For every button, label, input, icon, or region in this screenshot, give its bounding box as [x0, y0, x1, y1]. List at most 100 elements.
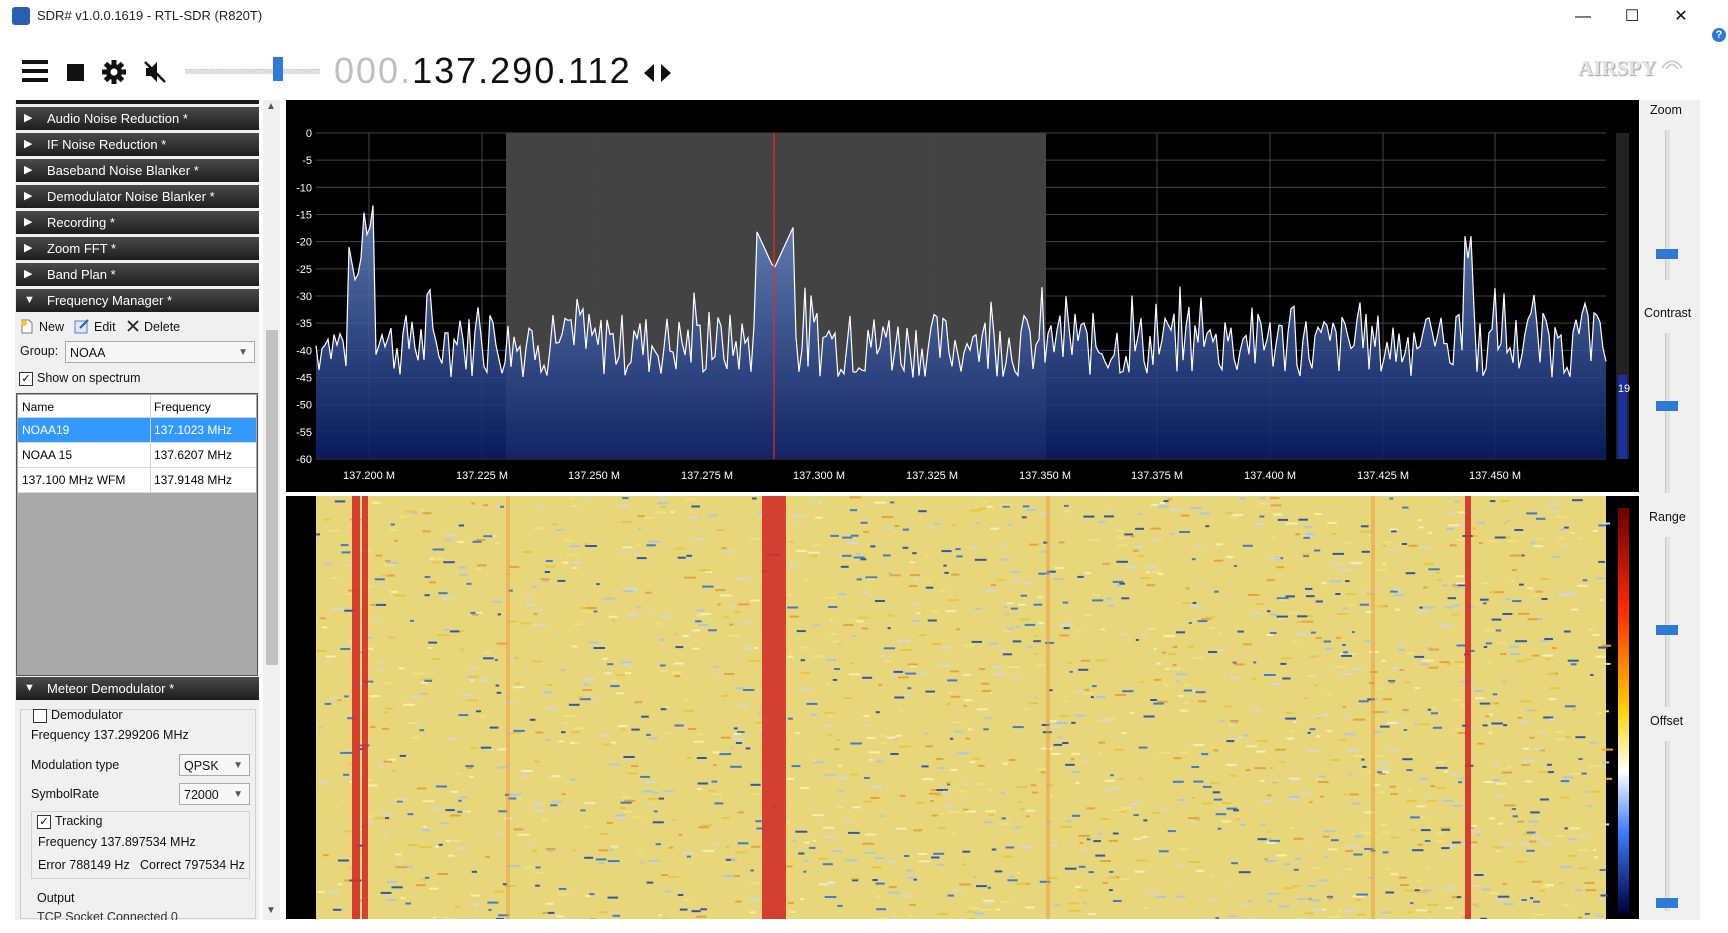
gear-icon[interactable]	[101, 59, 127, 85]
modulation-type-select[interactable]: QPSK ▼	[179, 754, 250, 776]
y-tick-label: -55	[296, 427, 312, 439]
waterfall-display[interactable]	[286, 496, 1639, 919]
y-tick-label: -10	[296, 182, 312, 194]
sidebar-category-label: Baseband Noise Blanker *	[47, 163, 199, 178]
caret-right-icon: ▶	[24, 268, 33, 280]
x-tick-label: 137.425 M	[1357, 470, 1409, 482]
range-label: Range	[1649, 510, 1686, 524]
y-tick-label: -40	[296, 345, 312, 357]
sidebar-category[interactable]: ▶ Zoom FFT *	[16, 237, 259, 260]
offset-slider-thumb[interactable]	[1656, 897, 1678, 908]
signal-band	[352, 496, 360, 919]
tracking-error: Error 788149 Hz	[38, 858, 130, 872]
y-tick-label: -20	[296, 237, 312, 249]
y-tick-label: -60	[296, 454, 312, 466]
column-header-name[interactable]: Name	[22, 400, 54, 414]
show-on-spectrum-label: Show on spectrum	[37, 371, 141, 385]
meteor-demodulator-label: Meteor Demodulator *	[47, 681, 175, 696]
sidebar-category[interactable]: ▶ Audio Noise Reduction *	[16, 107, 259, 130]
contrast-slider-thumb[interactable]	[1656, 400, 1678, 411]
group-value: NOAA	[70, 346, 106, 360]
stop-icon[interactable]	[66, 63, 86, 83]
faint-band	[506, 496, 510, 919]
volume-slider-thumb[interactable]	[272, 57, 283, 81]
tracking-checkbox[interactable]: ✓	[37, 815, 51, 829]
zoom-label: Zoom	[1650, 103, 1682, 117]
toolbar	[0, 33, 1700, 98]
range-slider-thumb[interactable]	[1656, 625, 1678, 635]
symbolrate-select[interactable]: 72000 ▼	[179, 783, 250, 805]
y-tick-label: -25	[296, 264, 312, 276]
tune-arrows-icon[interactable]	[644, 63, 672, 83]
y-tick-label: -30	[296, 291, 312, 303]
x-tick-label: 137.325 M	[906, 470, 958, 482]
signal-band	[1465, 496, 1471, 919]
offset-label: Offset	[1650, 714, 1684, 728]
caret-right-icon: ▶	[24, 242, 33, 254]
demodulator-label: Demodulator	[51, 708, 123, 722]
caret-down-icon: ▼	[24, 682, 35, 694]
maximize-button[interactable]: ☐	[1608, 0, 1656, 33]
y-tick-label: -5	[302, 155, 312, 167]
help-icon[interactable]: ?	[1712, 28, 1726, 42]
offset-slider[interactable]	[1665, 741, 1670, 911]
column-header-frequency[interactable]: Frequency	[154, 400, 211, 414]
contrast-slider[interactable]	[1665, 333, 1670, 493]
range-slider[interactable]	[1665, 537, 1670, 707]
scroll-up-icon[interactable]: ▲	[266, 101, 276, 112]
volume-slider[interactable]	[185, 69, 320, 74]
delete-button[interactable]: Delete	[144, 320, 180, 334]
sidebar-category[interactable]: ▶ Demodulator Noise Blanker *	[16, 185, 259, 208]
edit-icon[interactable]	[74, 318, 90, 334]
sidebar-scrollbar-thumb[interactable]	[266, 330, 278, 665]
sidebar-category-cut	[16, 100, 259, 104]
edit-button[interactable]: Edit	[94, 320, 116, 334]
x-tick-label: 137.450 M	[1469, 470, 1521, 482]
frequency-display[interactable]: 000.137.290.112	[334, 50, 632, 92]
mute-speaker-icon[interactable]	[142, 59, 168, 85]
snr-value: 19	[1618, 383, 1630, 395]
group-select[interactable]: NOAA ▼	[65, 341, 255, 363]
new-icon[interactable]	[19, 319, 34, 334]
x-tick-label: 137.350 M	[1019, 470, 1071, 482]
sidebar-category[interactable]: ▶ IF Noise Reduction *	[16, 133, 259, 156]
y-tick-label: -35	[296, 318, 312, 330]
wifi-wave-icon	[1661, 60, 1683, 70]
x-tick-label: 137.375 M	[1131, 470, 1183, 482]
row-name: 137.100 MHz WFM	[22, 473, 126, 487]
delete-icon[interactable]	[126, 319, 140, 333]
minimize-button[interactable]: —	[1559, 0, 1607, 33]
scroll-down-icon[interactable]: ▼	[266, 905, 276, 916]
tracking-label: Tracking	[55, 814, 103, 828]
sidebar-category[interactable]: ▶ Recording *	[16, 211, 259, 234]
symbolrate-value: 72000	[184, 788, 219, 802]
table-row[interactable]: NOAA19 137.1023 MHz	[18, 418, 256, 443]
sidebar-category[interactable]: ▼ Frequency Manager *	[16, 289, 259, 312]
row-name: NOAA19	[22, 423, 70, 437]
tracking-correct: Correct 797534 Hz	[140, 858, 245, 872]
brand-logo: AIRSPY	[1578, 56, 1657, 80]
zoom-slider-thumb[interactable]	[1656, 249, 1678, 259]
display-controls-panel: Zoom Contrast Range Offset	[1640, 100, 1700, 920]
row-name: NOAA 15	[22, 448, 73, 462]
row-frequency: 137.6207 MHz	[154, 448, 233, 462]
table-row[interactable]: NOAA 15 137.6207 MHz	[18, 443, 256, 468]
x-tick-label: 137.275 M	[681, 470, 733, 482]
table-row[interactable]: 137.100 MHz WFM 137.9148 MHz	[18, 468, 256, 493]
sidebar-category[interactable]: ▶ Baseband Noise Blanker *	[16, 159, 259, 182]
group-label: Group:	[20, 344, 59, 358]
y-tick-label: -50	[296, 400, 312, 412]
meteor-demodulator-header[interactable]: ▼ Meteor Demodulator *	[16, 677, 259, 700]
menu-icon[interactable]	[22, 60, 50, 84]
row-frequency: 137.9148 MHz	[154, 473, 233, 487]
new-button[interactable]: New	[39, 320, 64, 334]
sidebar-category-label: Demodulator Noise Blanker *	[47, 189, 215, 204]
table-header: Name Frequency	[18, 395, 256, 418]
demodulator-checkbox[interactable]	[33, 709, 47, 723]
close-button[interactable]: ✕	[1657, 0, 1705, 33]
window-edge	[1700, 33, 1728, 933]
frequency-main: 137.290.112	[412, 50, 632, 91]
sidebar-category[interactable]: ▶ Band Plan *	[16, 263, 259, 286]
show-on-spectrum-checkbox[interactable]: ✓	[19, 372, 33, 386]
spectrum-analyzer[interactable]: 0 -5 -10 -15 -20 -25 -30 -35 -40 -45 -50 -55 -60 137.…	[286, 100, 1639, 492]
